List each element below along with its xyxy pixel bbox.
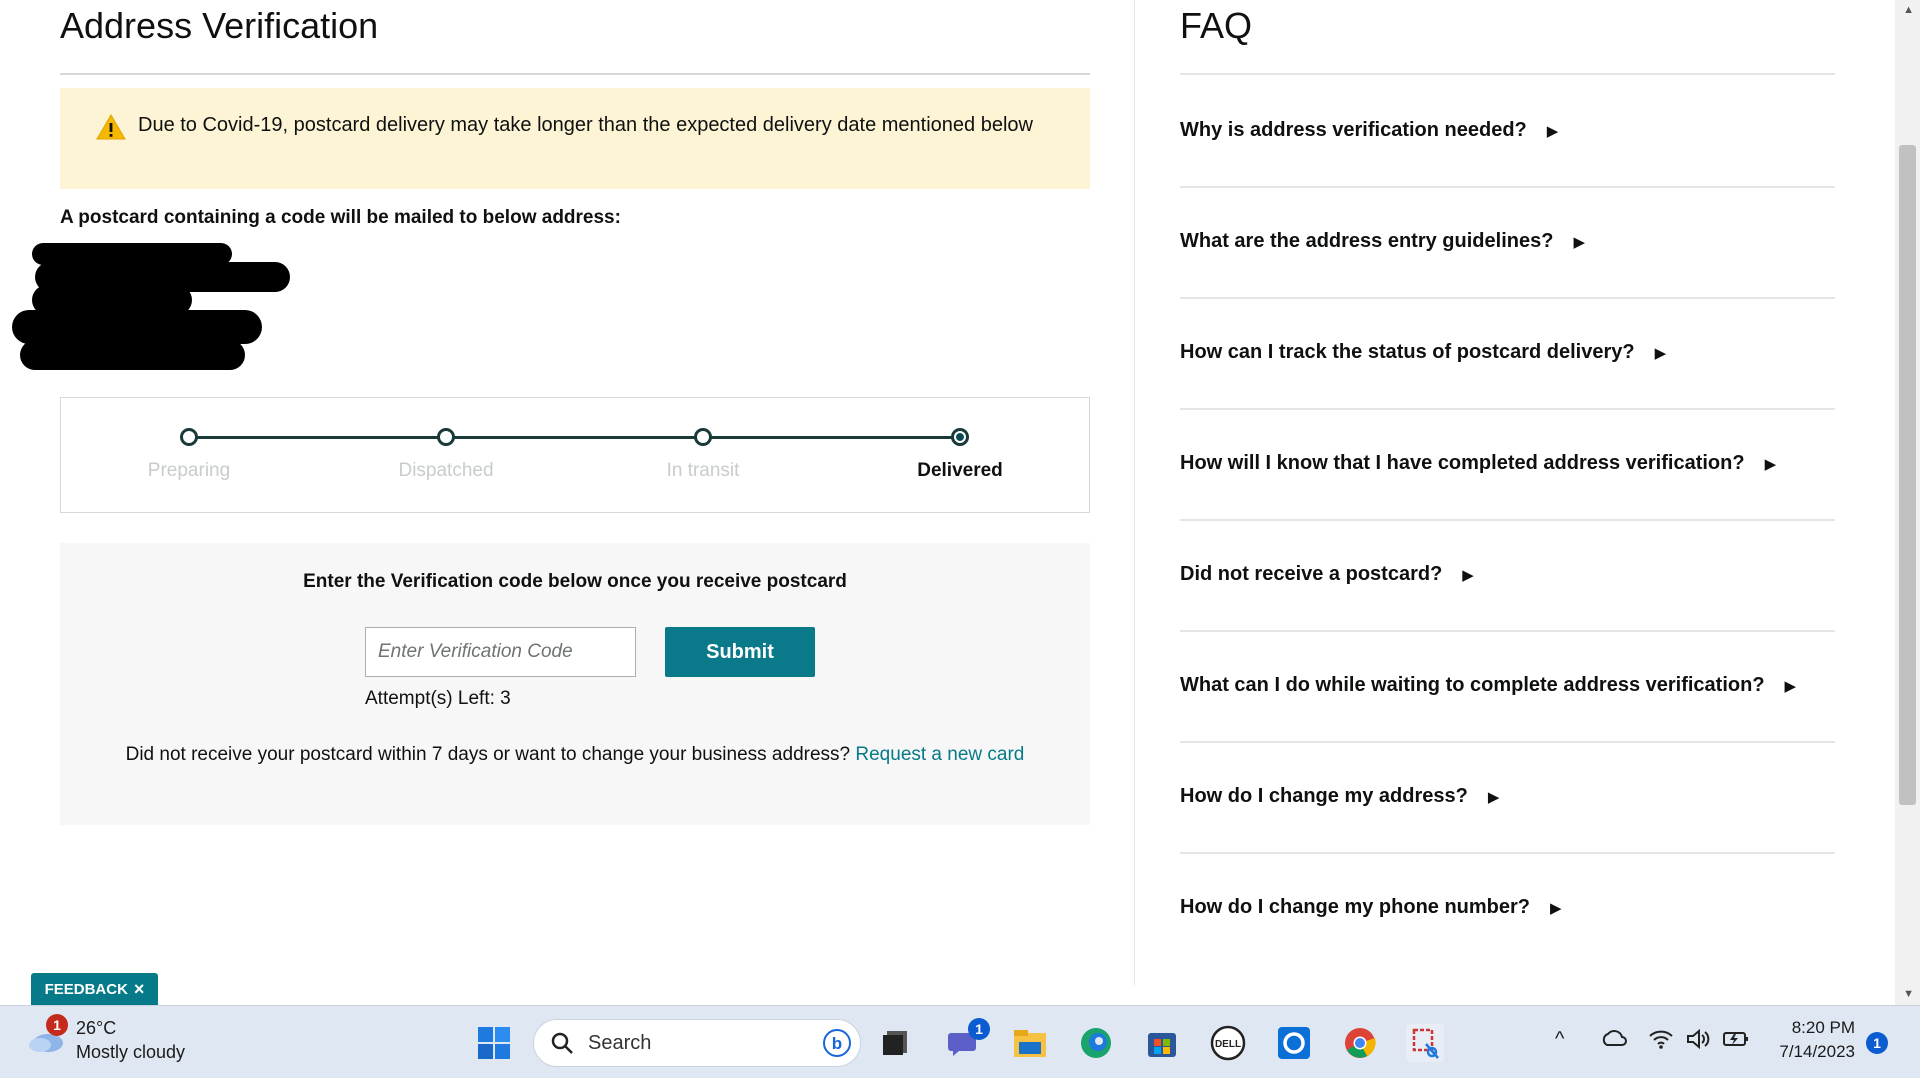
warning-icon (96, 114, 126, 140)
step-preparing: Preparing (89, 428, 289, 482)
wifi-icon[interactable] (1648, 1028, 1674, 1056)
cloud-icon: 1 (26, 1014, 68, 1054)
weather-temp: 26°C (76, 1018, 117, 1038)
search-label: Search (588, 1031, 652, 1054)
tracker-line (189, 436, 959, 439)
file-explorer-icon[interactable] (1011, 1024, 1049, 1062)
scroll-up-icon[interactable]: ▲ (1903, 4, 1914, 16)
verification-box: Enter the Verification code below once y… (60, 543, 1090, 825)
teams-chat-icon[interactable]: 1 (944, 1018, 990, 1062)
verification-heading: Enter the Verification code below once y… (303, 571, 847, 592)
expand-arrow-icon: ▶ (1784, 677, 1797, 695)
faq-item[interactable]: How will I know that I have completed ad… (1180, 408, 1835, 519)
delivery-tracker: Preparing Dispatched In transit Delivere… (60, 397, 1090, 513)
resend-question: Did not receive your postcard within 7 d… (125, 744, 851, 765)
resend-text: Did not receive your postcard within 7 d… (120, 741, 1030, 768)
expand-arrow-icon: ▶ (1654, 344, 1667, 362)
microsoft-store-icon[interactable] (1143, 1024, 1181, 1062)
faq-item[interactable]: How do I change my phone number? ▶ (1180, 852, 1835, 963)
faq-question: What can I do while waiting to complete … (1180, 674, 1765, 696)
expand-arrow-icon: ▶ (1550, 899, 1562, 917)
expand-arrow-icon: ▶ (1546, 122, 1559, 140)
step-label: In transit (666, 460, 740, 481)
expand-arrow-icon: ▶ (1487, 788, 1500, 806)
step-dot-active (951, 428, 969, 446)
faq-question: Why is address verification needed? (1180, 119, 1527, 141)
attempts-left: Attempt(s) Left: 3 (365, 688, 511, 709)
page: Address Verification Due to Covid-19, po… (0, 0, 1920, 1078)
svg-text:b: b (832, 1034, 842, 1053)
weather-badge: 1 (46, 1014, 68, 1036)
step-in-transit: In transit (603, 428, 803, 482)
expand-arrow-icon: ▶ (1764, 455, 1777, 473)
system-clock[interactable]: 8:20 PM 7/14/2023 (1760, 1016, 1855, 1064)
dell-icon[interactable]: DELL (1209, 1024, 1247, 1062)
faq-item[interactable]: How do I change my address? ▶ (1180, 741, 1835, 852)
close-icon[interactable]: × (134, 979, 145, 1000)
weather-text: 26°C Mostly cloudy (76, 1016, 185, 1064)
faq-item[interactable]: How can I track the status of postcard d… (1180, 297, 1835, 408)
weather-desc: Mostly cloudy (76, 1042, 186, 1062)
column-divider (1134, 0, 1135, 985)
mail-address-heading: A postcard containing a code will be mai… (60, 207, 621, 228)
step-dot (180, 428, 198, 446)
title-divider (60, 73, 1090, 75)
step-label-active: Delivered (917, 460, 1003, 481)
clock-time: 8:20 PM (1791, 1018, 1855, 1037)
windows-taskbar: 1 26°C Mostly cloudy Search b 1 DELL ^ 8… (0, 1005, 1920, 1078)
faq-question: How do I change my phone number? (1180, 896, 1531, 918)
faq-question: How can I track the status of postcard d… (1180, 341, 1635, 363)
svg-text:DELL: DELL (1215, 1039, 1241, 1050)
alert-text: Due to Covid-19, postcard delivery may t… (138, 114, 1033, 136)
clock-date: 7/14/2023 (1779, 1042, 1855, 1061)
faq-question: What are the address entry guidelines? (1180, 230, 1554, 252)
battery-icon[interactable] (1722, 1028, 1750, 1054)
chevron-up-icon[interactable]: ^ (1555, 1028, 1564, 1051)
faq-item[interactable]: Did not receive a postcard? ▶ (1180, 519, 1835, 630)
faq-item[interactable]: Why is address verification needed? ▶ (1180, 75, 1835, 186)
weather-widget[interactable]: 1 26°C Mostly cloudy (26, 1014, 185, 1064)
faq-item[interactable]: What are the address entry guidelines? ▶ (1180, 186, 1835, 297)
step-dot (437, 428, 455, 446)
step-label: Dispatched (398, 460, 494, 481)
edge-icon[interactable] (1077, 1024, 1115, 1062)
search-icon (551, 1032, 573, 1054)
chrome-icon[interactable] (1341, 1024, 1379, 1062)
verification-code-input[interactable] (365, 627, 636, 677)
cortana-icon[interactable] (1275, 1024, 1313, 1062)
covid-alert: Due to Covid-19, postcard delivery may t… (60, 88, 1090, 189)
volume-icon[interactable] (1685, 1028, 1711, 1056)
snipping-tool-icon[interactable] (1406, 1024, 1444, 1062)
taskbar-search[interactable]: Search b (533, 1019, 861, 1067)
faq-question: Did not receive a postcard? (1180, 563, 1443, 585)
task-view-icon[interactable] (876, 1024, 914, 1062)
feedback-label: FEEDBACK (44, 980, 128, 998)
request-new-card-link[interactable]: Request a new card (855, 744, 1024, 765)
step-dot (694, 428, 712, 446)
step-delivered: Delivered (860, 428, 1060, 482)
expand-arrow-icon: ▶ (1573, 233, 1585, 251)
notification-badge[interactable]: 1 (1866, 1032, 1888, 1054)
page-scrollbar[interactable]: ▲ ▼ (1895, 0, 1920, 1005)
onedrive-icon[interactable] (1600, 1028, 1628, 1054)
faq-question: How will I know that I have completed ad… (1180, 452, 1745, 474)
faq-title: FAQ (1180, 5, 1253, 46)
step-dispatched: Dispatched (346, 428, 546, 482)
page-title: Address Verification (60, 5, 379, 46)
step-label: Preparing (147, 460, 231, 481)
expand-arrow-icon: ▶ (1462, 566, 1474, 584)
scroll-thumb[interactable] (1899, 145, 1916, 805)
teams-badge: 1 (968, 1018, 990, 1040)
windows-start-icon[interactable] (475, 1024, 513, 1062)
feedback-button[interactable]: FEEDBACK × (31, 973, 158, 1005)
scroll-down-icon[interactable]: ▼ (1903, 988, 1914, 1000)
submit-button[interactable]: Submit (665, 627, 815, 677)
faq-question: How do I change my address? (1180, 785, 1468, 807)
faq-item[interactable]: What can I do while waiting to complete … (1180, 630, 1835, 741)
bing-icon[interactable]: b (822, 1028, 852, 1058)
